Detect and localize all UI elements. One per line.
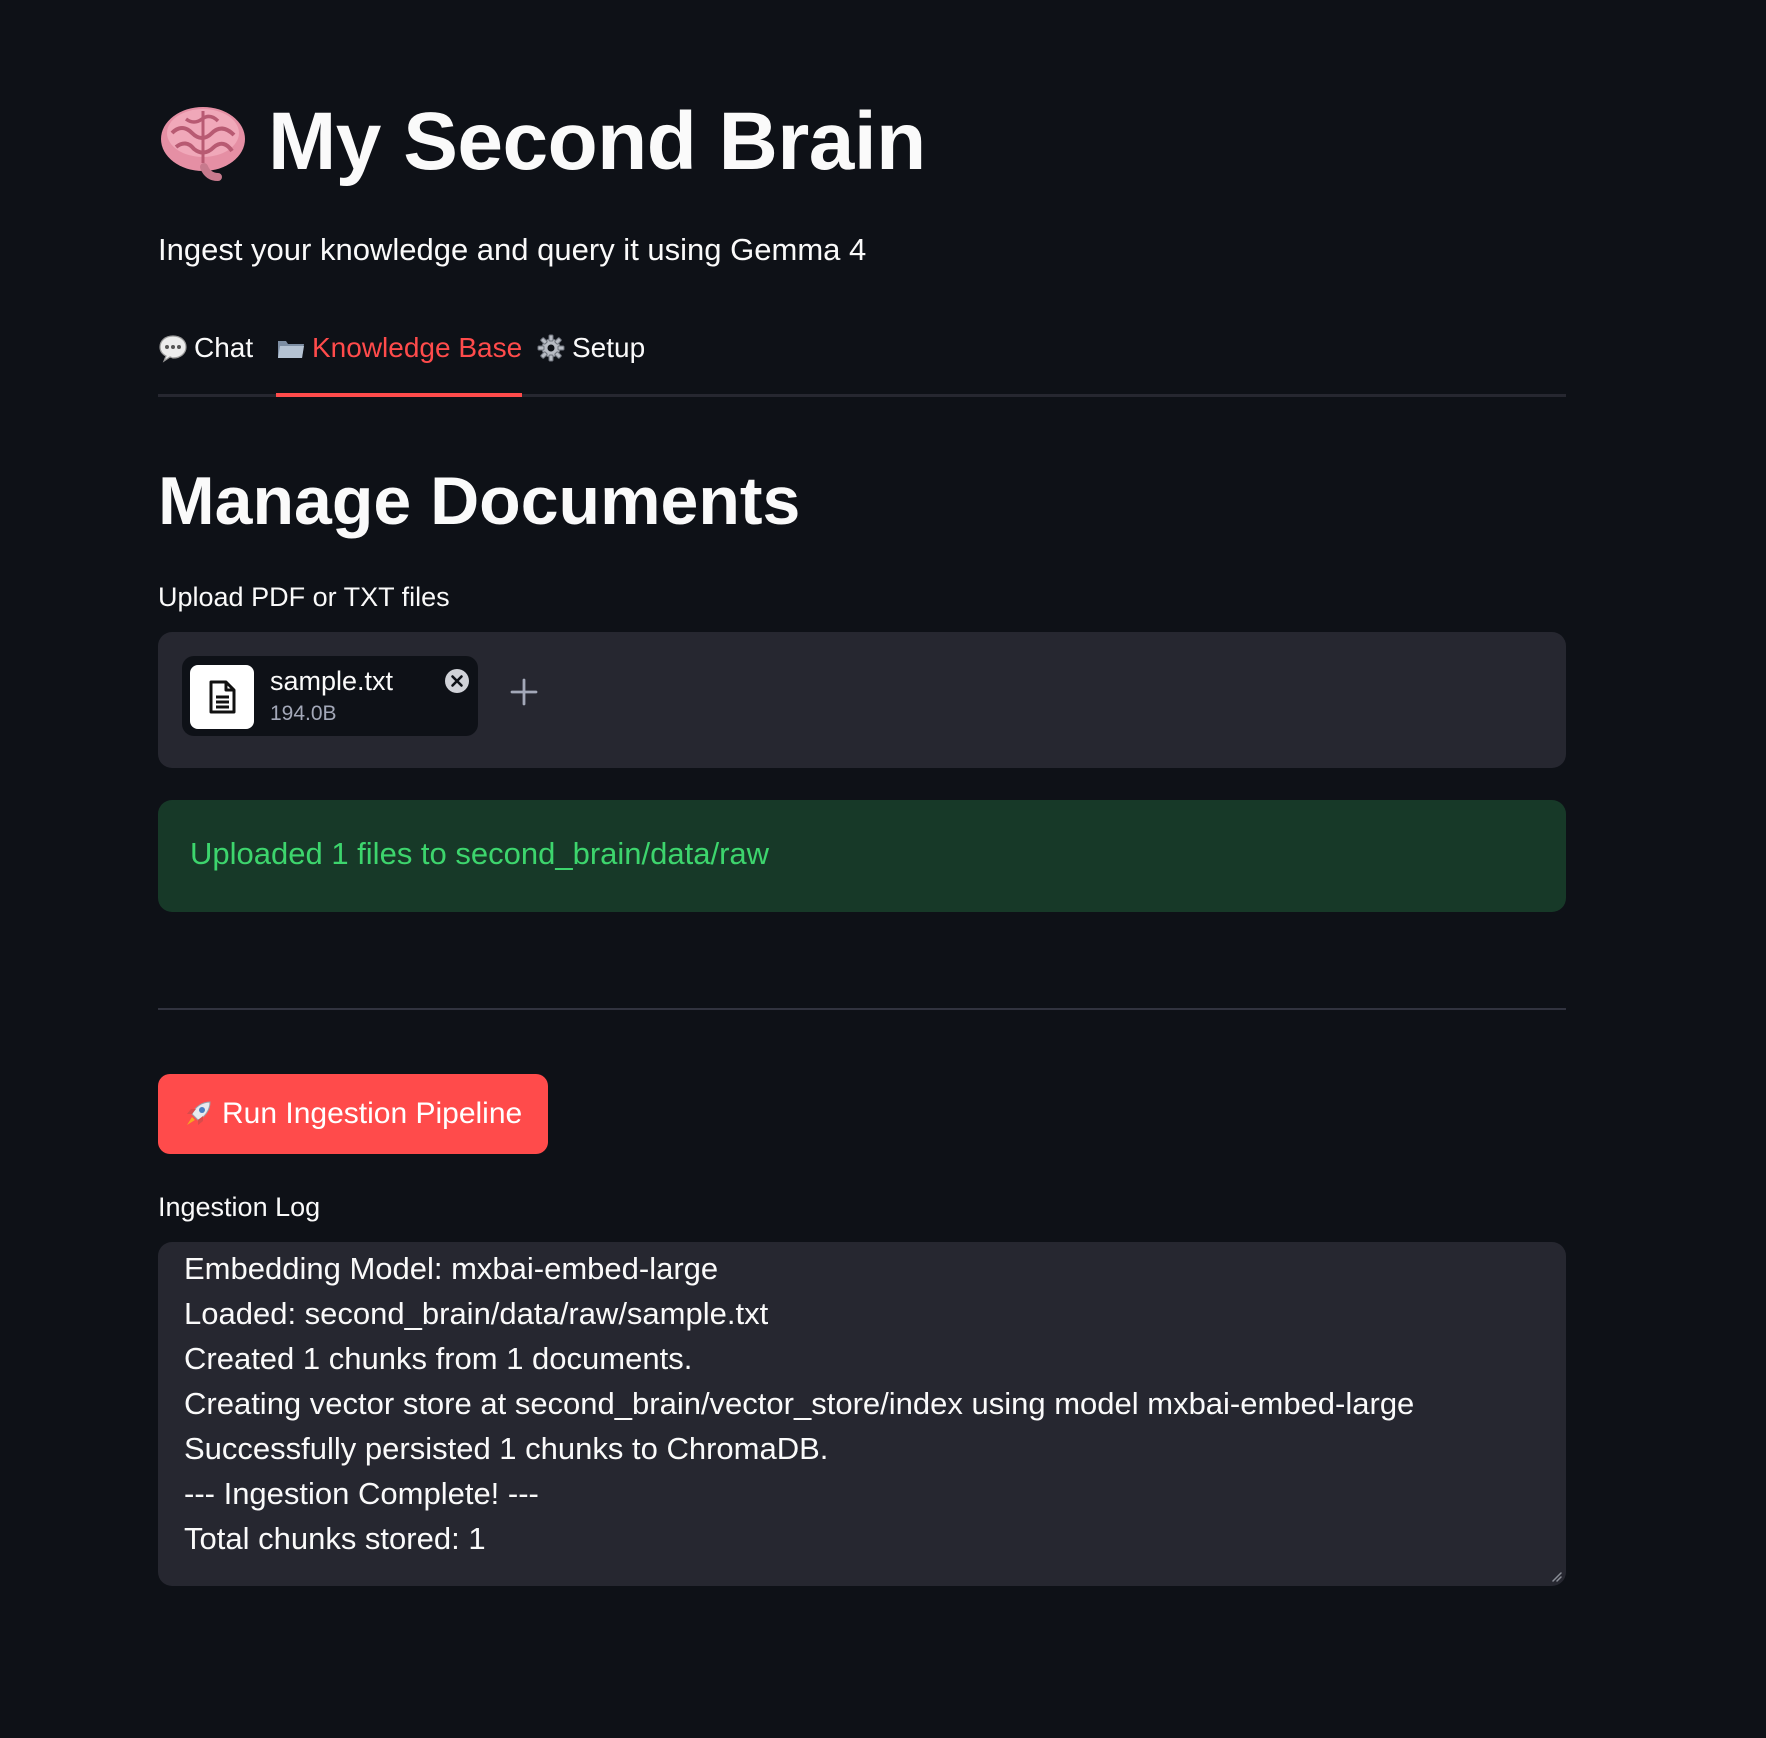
add-file-icon[interactable] — [506, 674, 542, 710]
file-name: sample.txt — [270, 666, 394, 696]
ingestion-log-textarea[interactable]: Embedding Model: mxbai-embed-large Loade… — [158, 1242, 1566, 1586]
divider — [158, 1008, 1566, 1010]
page-subtitle: Ingest your knowledge and query it using… — [158, 232, 867, 267]
run-ingestion-label: Run Ingestion Pipeline — [222, 1097, 523, 1130]
document-icon — [190, 665, 254, 729]
uploaded-file-chip: sample.txt 194.0B — [182, 656, 478, 736]
app-page: My Second Brain Ingest your knowledge an… — [0, 0, 1766, 1738]
log-line: Creating vector store at second_brain/ve… — [184, 1386, 1415, 1421]
speech-bubble-icon — [159, 335, 187, 363]
title-row: My Second Brain — [158, 92, 926, 192]
tab-bar: Chat Knowledge Base Setup — [158, 326, 1566, 397]
section-title: Manage Documents — [158, 463, 801, 539]
log-line: --- Ingestion Complete! --- — [184, 1476, 539, 1511]
upload-label: Upload PDF or TXT files — [158, 582, 450, 612]
tab-chat[interactable]: Chat — [158, 332, 253, 394]
log-label: Ingestion Log — [158, 1192, 321, 1222]
file-uploader[interactable]: sample.txt 194.0B — [158, 632, 1566, 768]
log-line: Embedding Model: mxbai-embed-large — [184, 1251, 719, 1286]
tab-knowledge-base-label: Knowledge Base — [312, 332, 523, 363]
run-ingestion-button[interactable]: Run Ingestion Pipeline — [158, 1074, 549, 1154]
log-line: Successfully persisted 1 chunks to Chrom… — [184, 1431, 829, 1466]
success-message: Uploaded 1 files to second_brain/data/ra… — [190, 836, 770, 871]
log-line: Created 1 chunks from 1 documents. — [184, 1341, 693, 1376]
log-line: Total chunks stored: 1 — [184, 1521, 486, 1556]
tab-setup[interactable]: Setup — [536, 332, 645, 394]
page-title: My Second Brain — [268, 96, 926, 187]
gear-icon — [537, 334, 565, 362]
folder-icon — [278, 341, 304, 358]
log-lines: Embedding Model: mxbai-embed-large Loade… — [184, 1246, 1414, 1561]
success-alert: Uploaded 1 files to second_brain/data/ra… — [158, 800, 1566, 912]
file-size: 194.0B — [270, 702, 337, 725]
resize-handle-icon[interactable] — [1548, 1568, 1562, 1582]
tab-chat-label: Chat — [194, 332, 254, 363]
remove-file-icon[interactable] — [444, 668, 470, 694]
log-line: Loaded: second_brain/data/raw/sample.txt — [184, 1296, 769, 1331]
tab-setup-label: Setup — [572, 332, 646, 363]
rocket-icon — [187, 1101, 211, 1125]
brain-icon — [161, 107, 245, 181]
tab-knowledge-base[interactable]: Knowledge Base — [276, 332, 523, 397]
